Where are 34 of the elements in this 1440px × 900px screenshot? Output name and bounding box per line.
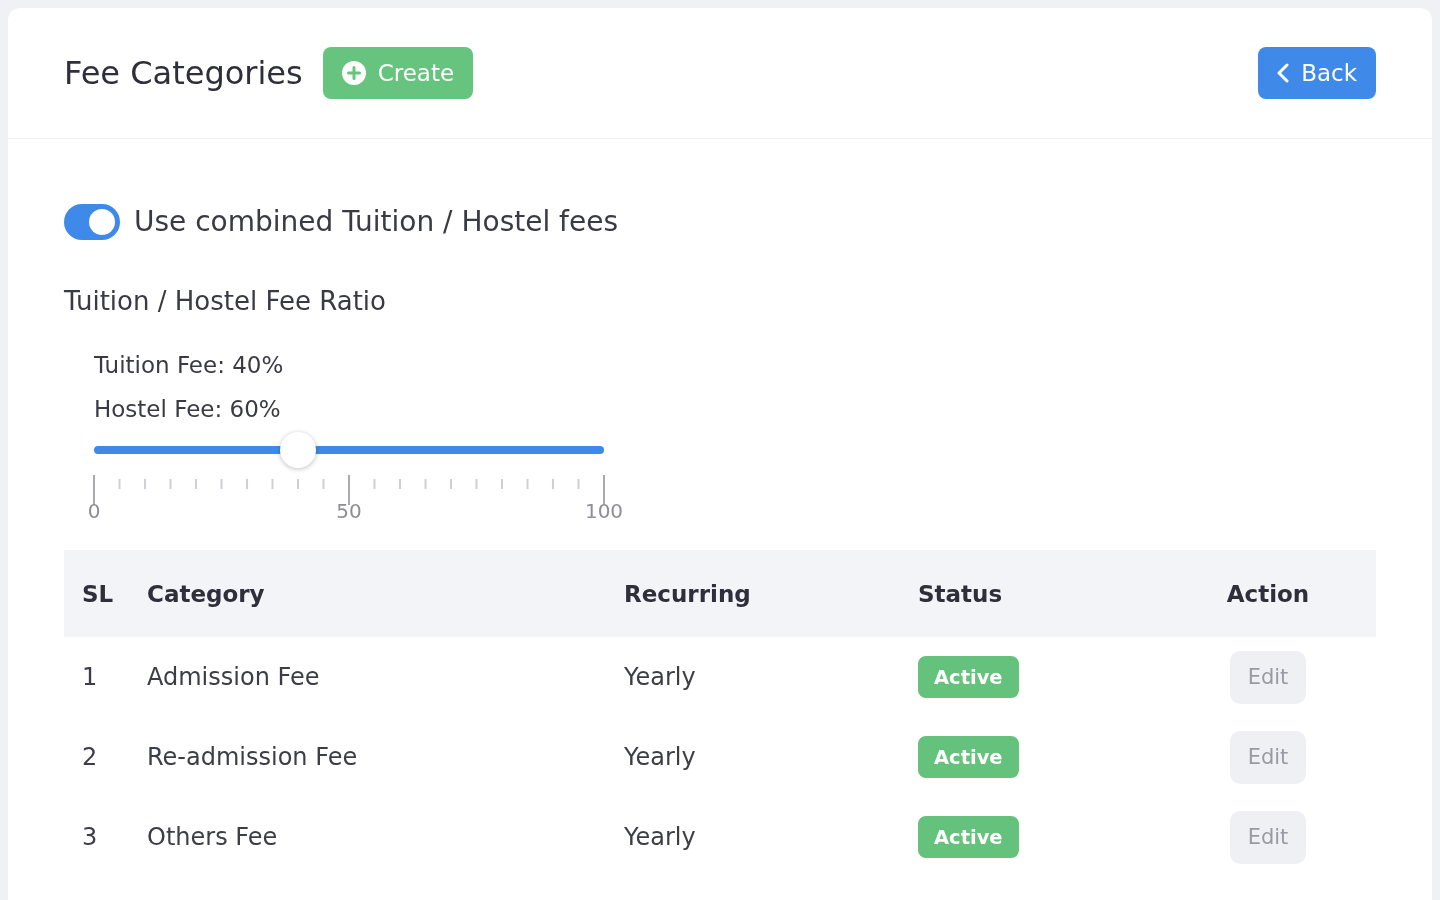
status-badge: Active [918, 656, 1019, 698]
table-cell-text: Others Fee [147, 823, 279, 851]
section-title: Tuition / Hostel Fee Ratio [64, 286, 387, 316]
scale-label: 100 [584, 499, 624, 523]
status-badge: Active [918, 816, 1019, 858]
column-header: SL [81, 580, 115, 607]
table-cell-text: 3 [81, 823, 99, 851]
table-cell-text: 2 [81, 743, 99, 771]
fee-reading: Tuition Fee: 40% [94, 351, 285, 379]
scale-label: 0 [87, 499, 101, 523]
edit-button[interactable]: Edit [1229, 810, 1307, 864]
scale-label: 50 [336, 499, 362, 523]
create-button[interactable]: Create [322, 47, 474, 99]
table-cell-text: Re-admission Fee [147, 743, 359, 771]
edit-button[interactable]: Edit [1229, 730, 1307, 784]
table-cell-text: 1 [81, 663, 99, 691]
edit-button[interactable]: Edit [1229, 650, 1307, 704]
table-cell-text: Yearly [624, 743, 697, 771]
toggle-switch[interactable] [64, 203, 120, 240]
fee-reading: Hostel Fee: 60% [94, 395, 282, 423]
column-header: Status [918, 580, 1004, 607]
toggle-label: Use combined Tuition / Hostel fees [134, 205, 618, 238]
status-badge: Active [918, 736, 1019, 778]
table-cell-text: Admission Fee [147, 663, 321, 691]
back-button[interactable]: Back [1258, 47, 1376, 99]
chevron-left-icon [1277, 63, 1290, 83]
table-cell-text: Yearly [624, 823, 697, 851]
slider-thumb[interactable] [280, 432, 316, 468]
column-header: Action [1226, 580, 1310, 607]
column-header: Category [147, 580, 266, 607]
plus-circle-icon [341, 61, 366, 85]
table-cell-text: Yearly [624, 663, 697, 691]
page-title: Fee Categories [64, 54, 303, 92]
column-header: Recurring [624, 580, 752, 607]
